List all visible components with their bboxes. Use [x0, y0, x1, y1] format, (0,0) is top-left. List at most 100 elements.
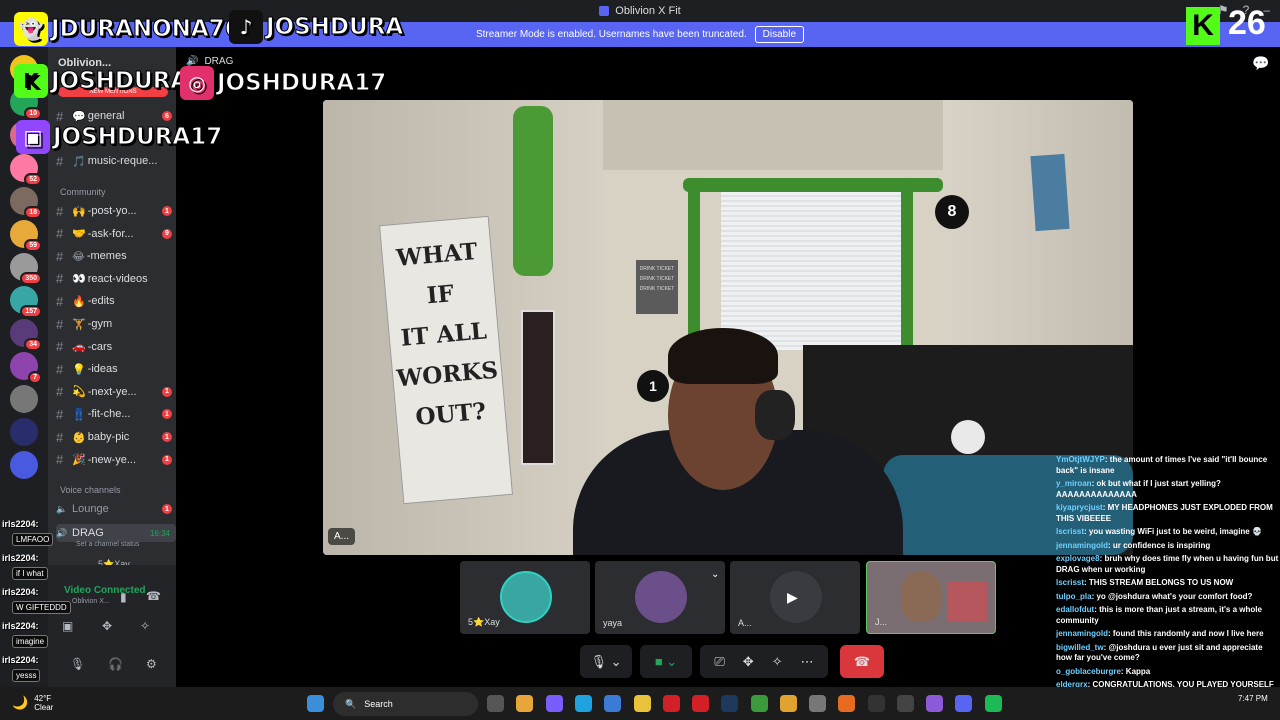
avatar — [500, 571, 552, 623]
channel-item[interactable]: # 💫 -next-ye... 1 — [56, 383, 176, 401]
server-icon[interactable]: 34 — [10, 319, 42, 351]
chat-username: edallofdut — [1056, 605, 1095, 614]
copilot-icon[interactable] — [546, 695, 563, 712]
weather-widget[interactable]: 🌙 42°F Clear — [12, 694, 53, 712]
steam-icon[interactable] — [721, 695, 738, 712]
more-options-icon[interactable]: ⋯ — [801, 654, 814, 670]
category-community[interactable]: Community — [60, 187, 106, 197]
headphones-icon[interactable]: 🎧 — [108, 657, 123, 671]
obs-icon[interactable] — [897, 695, 914, 712]
activity-buttons: ⎚ ✥ ✧ ⋯ — [700, 645, 828, 678]
video-ticket-display: DRINK TICKET DRINK TICKET DRINK TICKET — [636, 260, 678, 314]
server-icon[interactable]: 157 — [10, 286, 42, 318]
spotify-icon[interactable] — [985, 695, 1002, 712]
main-video-stream[interactable]: WHAT IF IT ALL WORKS OUT? DRINK TICKET DRINK… — [323, 100, 1133, 555]
server-icon[interactable]: 350 — [10, 253, 42, 285]
disconnect-icon[interactable]: ☎ — [146, 589, 161, 603]
twitch-overlay: ▣ JOSHDURA17 — [16, 120, 223, 154]
channel-item[interactable]: # 🎉 -new-ye... 1 — [56, 451, 176, 469]
voice-connected-label[interactable]: Video Connected — [64, 585, 146, 596]
server-icon[interactable]: 59 — [10, 220, 42, 252]
leave-call-button[interactable]: ☎ — [840, 645, 884, 678]
chat-text: : you wasting WiFi just to be weird, ima… — [1084, 527, 1262, 536]
channel-item[interactable]: # 👖 -fit-che... 1 — [56, 405, 176, 423]
participant-tile[interactable]: 5⭐Xay — [460, 561, 590, 634]
server-icon[interactable]: 7 — [10, 352, 42, 384]
discord-icon[interactable] — [955, 695, 972, 712]
left-chat-user: irls2204: — [2, 621, 39, 631]
discord-app-icon — [599, 6, 610, 16]
server-icon[interactable]: 52 — [10, 154, 42, 186]
channel-item[interactable]: # 🚗 -cars — [56, 338, 176, 356]
camera-icon: ▶ — [787, 589, 798, 605]
voice-channel-status[interactable]: Set a channel status — [76, 541, 139, 548]
edge-icon[interactable] — [575, 695, 592, 712]
unread-badge: 1 — [162, 454, 172, 465]
microphone-icon[interactable]: 🎙 — [70, 657, 85, 671]
channel-item[interactable]: # 👶 baby-pic 1 — [56, 428, 176, 446]
screen-share-icon[interactable]: ⎚ — [714, 654, 724, 670]
media-player-icon[interactable] — [926, 695, 943, 712]
search-icon: 🔍 — [345, 698, 357, 709]
xbox-icon[interactable] — [751, 695, 768, 712]
server-unread-badge: 18 — [24, 206, 42, 219]
channel-item[interactable]: # 👀 react-videos — [56, 270, 176, 288]
participant-tile[interactable]: ▶ A... — [730, 561, 860, 634]
voice-channel-lounge[interactable]: 🔈 Lounge 1 — [56, 500, 176, 518]
soundboard-icon[interactable]: ✧ — [140, 619, 150, 633]
disable-streamer-mode-button[interactable]: Disable — [754, 26, 805, 43]
tiktok-handle: JOSHDURA — [265, 14, 404, 41]
twitch-icon: ▣ — [16, 120, 50, 154]
settings-gear-icon[interactable]: ⚙ — [146, 657, 157, 671]
server-icon[interactable] — [10, 451, 38, 479]
participant-tile[interactable]: yaya ⌄ 👥 — [595, 561, 725, 634]
category-voice[interactable]: Voice channels — [60, 485, 121, 495]
channel-label: -post-yo... — [87, 205, 137, 217]
chrome-icon[interactable] — [780, 695, 797, 712]
chat-username: tulpo_pla — [1056, 591, 1092, 601]
video-toggle-icon[interactable]: ▣ — [62, 619, 73, 633]
file-explorer-icon[interactable] — [634, 695, 651, 712]
activities-icon[interactable]: ✥ — [743, 654, 754, 670]
mute-button[interactable]: 🎙 ⌄ — [580, 645, 632, 678]
store-icon[interactable] — [604, 695, 621, 712]
opera-icon[interactable] — [692, 695, 709, 712]
soundboard-icon[interactable]: ✧ — [772, 654, 783, 670]
task-view-icon[interactable] — [487, 695, 504, 712]
chevron-down-icon[interactable]: ⌄ — [711, 569, 719, 580]
chat-username: lscrisst — [1056, 527, 1085, 536]
channel-emoji: 🙌 — [72, 205, 86, 218]
windows-start-icon[interactable] — [307, 695, 324, 712]
camera-button[interactable]: ■ ⌄ — [640, 645, 692, 678]
firefox-icon[interactable] — [838, 695, 855, 712]
participant-name: 5⭐Xay — [468, 617, 500, 627]
channel-item[interactable]: # 🎵 music-reque... — [56, 152, 176, 170]
channel-item[interactable]: # 🙌 -post-yo... 1 — [56, 202, 176, 220]
channel-item[interactable]: # 🤝 -ask-for... 9 — [56, 225, 176, 243]
epic-games-icon[interactable] — [868, 695, 885, 712]
stream-chat-overlay: YmOtjtWJYP: the amount of times I've sai… — [1056, 455, 1280, 720]
widgets-icon[interactable] — [516, 695, 533, 712]
avatar — [635, 571, 687, 623]
participant-tile[interactable]: J... — [866, 561, 996, 634]
server-icon[interactable]: 18 — [10, 187, 42, 219]
channel-item[interactable]: # 🔥 -edits — [56, 292, 176, 310]
server-icon[interactable] — [10, 418, 38, 446]
taskbar-search[interactable]: 🔍 Search — [333, 692, 478, 716]
voice-channel-drag[interactable]: 🔊 DRAG 16:34 — [56, 524, 176, 542]
signal-icon[interactable]: ▮ — [120, 590, 127, 604]
chat-text: : THIS STREAM BELONGS TO US NOW — [1084, 578, 1234, 587]
activities-icon[interactable]: ✥ — [102, 619, 112, 633]
channel-item[interactable]: # 💡 -ideas — [56, 360, 176, 378]
video-vine-right — [901, 180, 913, 370]
server-unread-badge: 350 — [20, 272, 42, 285]
chat-message: o_goblaceburgre: Kappa — [1056, 667, 1280, 678]
channel-item[interactable]: # 😂 -memes — [56, 247, 176, 265]
server-icon[interactable] — [10, 385, 38, 413]
chat-bubble-icon[interactable]: 💬 — [1252, 55, 1269, 72]
voice-status-panel: Video Connected Oblivion X... ▮ ☎ ▣ ✥ ✧ … — [48, 565, 176, 687]
netflix-icon[interactable] — [663, 695, 680, 712]
channel-item[interactable]: # 🏋 -gym — [56, 315, 176, 333]
kick-handle: JOSHDURA — [50, 68, 189, 95]
settings-icon[interactable] — [809, 695, 826, 712]
